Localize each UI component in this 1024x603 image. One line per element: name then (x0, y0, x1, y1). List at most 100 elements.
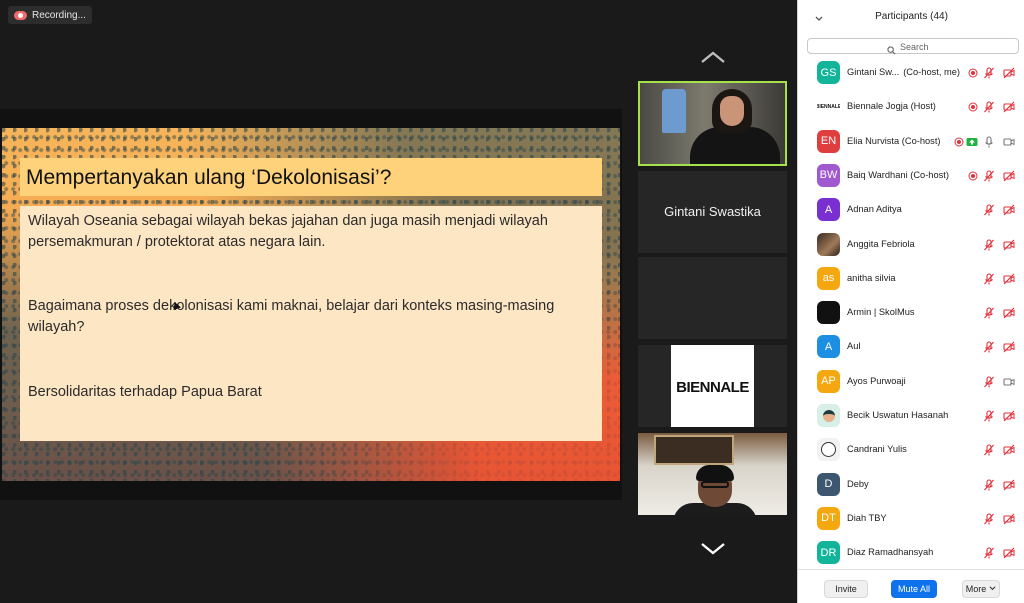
participant-row[interactable]: GS Gintani Sw... (Co-host, me) (798, 56, 1024, 90)
video-feed (720, 96, 744, 126)
participant-name: Becik Uswatun Hasanah (847, 410, 948, 420)
participant-name-text: Aul (847, 341, 861, 352)
participant-row[interactable]: AP Ayos Purwoaji (798, 365, 1024, 399)
slide-body: Wilayah Oseania sebagai wilayah bekas ja… (20, 206, 602, 441)
scroll-up-chevron-icon[interactable] (698, 49, 728, 65)
recording-icon (967, 170, 979, 182)
panel-footer: Invite Mute All More (798, 569, 1024, 603)
camera-off-icon (1003, 341, 1015, 353)
search-box[interactable] (807, 38, 1019, 55)
mic-muted-icon (983, 273, 995, 285)
participant-row[interactable]: EN Elia Nurvista (Co-host) (798, 125, 1024, 159)
participant-name: Anggita Febriola (847, 239, 915, 249)
avatar: A (817, 335, 840, 359)
participants-panel: Participants (44) GS Gintani Sw...(Co-hos… (797, 0, 1024, 603)
chevron-down-icon (989, 584, 996, 594)
avatar: EN (817, 129, 840, 153)
participant-name: Baiq Wardhani (Co-host) (847, 170, 949, 180)
recording-badge[interactable]: Recording... (8, 6, 92, 24)
participant-name-text: Becik Uswatun Hasanah (847, 410, 949, 420)
participant-name-text: Armin | SkolMus (847, 307, 915, 318)
camera-off-icon (1003, 479, 1015, 491)
invite-button[interactable]: Invite (824, 580, 868, 598)
camera-off-icon (1003, 170, 1015, 182)
avatar: GS (817, 61, 840, 84)
participant-row[interactable]: Anggita Febriola (798, 228, 1024, 262)
camera-off-icon (1003, 239, 1015, 251)
participant-name: Biennale Jogja (Host) (847, 101, 936, 111)
scroll-down-chevron-icon[interactable] (698, 541, 728, 557)
participant-row[interactable]: BIENNALE Biennale Jogja (Host) (798, 90, 1024, 124)
participant-name-text: Ayos Purwoaji (847, 375, 906, 386)
avatar (817, 404, 840, 427)
shared-screen: Mempertanyakan ulang ‘Dekolonisasi’? Wil… (0, 109, 622, 500)
participant-row[interactable]: Becik Uswatun Hasanah (798, 399, 1024, 433)
participant-name-text: Elia Nurvista (Co-host) (847, 135, 941, 146)
mic-muted-icon (983, 238, 995, 251)
mic-muted-icon (983, 410, 995, 422)
participant-name-text: Deby (847, 478, 869, 489)
recording-icon (967, 67, 979, 79)
avatar: D (817, 472, 840, 496)
meeting-main-area: Recording... Mempertanyakan ulang ‘Dekol… (0, 0, 797, 603)
mic-muted-icon (983, 341, 995, 353)
camera-off-icon (1003, 273, 1015, 285)
more-button[interactable]: More (962, 580, 1000, 598)
mute-all-button[interactable]: Mute All (891, 580, 937, 598)
participant-role: (Co-host, me) (903, 67, 961, 77)
avatar: DR (817, 541, 840, 565)
participant-row[interactable]: DT Diah TBY (798, 502, 1024, 536)
participant-row[interactable]: as anitha silvia (798, 262, 1024, 296)
participant-name-text: Diah TBY (847, 512, 887, 523)
panel-title: Participants (44) (875, 11, 948, 22)
avatar (817, 438, 840, 462)
search-input[interactable] (900, 40, 1010, 53)
participant-name-text: Gintani Sw... (847, 67, 900, 77)
camera-icon (1003, 136, 1015, 148)
avatar: BIENNALE (817, 95, 840, 119)
slide-title-bar: Mempertanyakan ulang ‘Dekolonisasi’? (20, 158, 602, 196)
recording-label: Recording... (32, 9, 86, 21)
participant-name: Aul (847, 341, 860, 351)
participant-name: Gintani Swastika (664, 204, 761, 219)
camera-off-icon (1003, 307, 1015, 319)
participant-name: Diaz Ramadhansyah (847, 547, 933, 557)
mic-muted-icon (983, 547, 995, 559)
mic-muted-icon (983, 101, 995, 113)
participant-row[interactable]: D Deby (798, 468, 1024, 502)
participant-name: Candrani Yulis (847, 444, 907, 454)
more-label: More (965, 584, 987, 594)
logo-text: BIENNALE (676, 379, 749, 396)
video-feed (696, 465, 734, 481)
camera-off-icon (1003, 410, 1015, 422)
video-tile-active-speaker[interactable] (638, 81, 787, 166)
video-feed (701, 481, 729, 488)
participant-row[interactable]: Armin | SkolMus (798, 296, 1024, 330)
mic-muted-icon (983, 444, 995, 456)
participant-name: Diah TBY (847, 513, 887, 523)
participant-row[interactable]: BW Baiq Wardhani (Co-host) (798, 159, 1024, 193)
video-tile-name-only[interactable]: Gintani Swastika (638, 171, 787, 253)
recording-icon (967, 101, 979, 113)
participant-name-text: Baiq Wardhani (Co-host) (847, 169, 949, 180)
search-icon (887, 42, 896, 55)
video-tile-participant[interactable] (638, 433, 787, 515)
video-tile-empty[interactable] (638, 257, 787, 339)
participant-name: Gintani Sw... (Co-host, me) (847, 67, 960, 77)
mic-muted-icon (983, 67, 995, 79)
video-feed (654, 435, 734, 465)
participant-row[interactable]: Candrani Yulis (798, 433, 1024, 467)
recording-icon (953, 136, 965, 148)
mic-muted-icon (983, 170, 995, 182)
participant-row[interactable]: A Adnan Aditya (798, 193, 1024, 227)
video-tile-logo[interactable]: BIENNALE (638, 345, 787, 427)
participant-row[interactable]: A Aul (798, 330, 1024, 364)
camera-off-icon (1003, 101, 1015, 113)
video-feed (662, 89, 686, 133)
participant-name: Deby (847, 479, 869, 489)
mic-muted-icon (983, 376, 995, 388)
mic-muted-icon (983, 513, 995, 525)
participant-name: Ayos Purwoaji (847, 376, 906, 386)
avatar: BW (817, 163, 840, 187)
participant-row[interactable]: DR Diaz Ramadhansyah (798, 536, 1024, 570)
